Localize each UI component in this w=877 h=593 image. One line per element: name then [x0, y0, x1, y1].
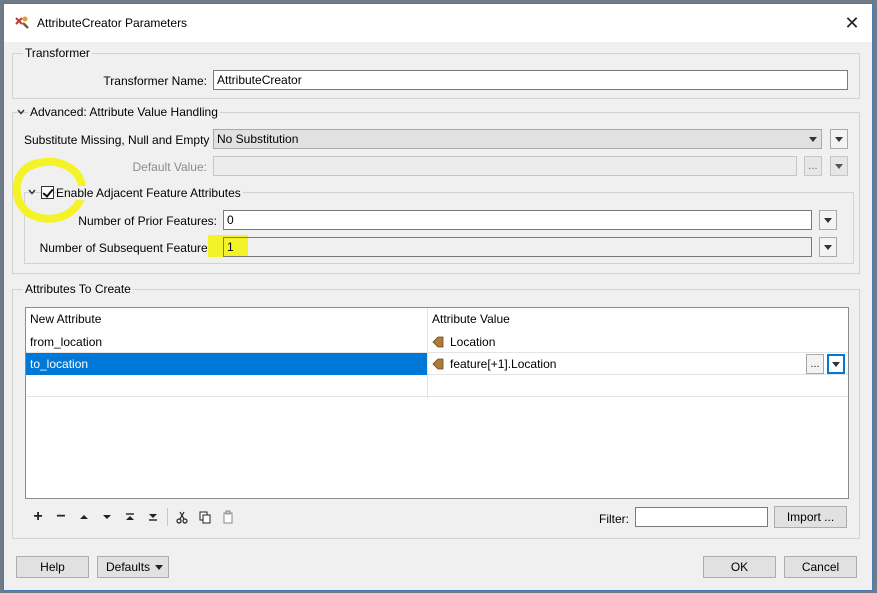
prior-features-label: Number of Prior Features:	[78, 214, 217, 228]
default-value-options-button[interactable]	[830, 156, 848, 176]
help-button[interactable]: Help	[16, 556, 89, 578]
attributecreator-dialog: AttributeCreator Parameters ✕ Transforme…	[3, 3, 873, 591]
transformer-icon	[15, 16, 29, 29]
prior-features-field[interactable]: 0	[223, 210, 812, 230]
column-header-attribute-value[interactable]: Attribute Value	[428, 308, 848, 331]
copy-icon[interactable]	[197, 509, 213, 525]
table-row[interactable]: from_location Location	[26, 331, 848, 353]
subsequent-features-label: Number of Subsequent Features:	[39, 241, 217, 255]
filter-label: Filter:	[599, 512, 629, 526]
attributes-group-title: Attributes To Create	[23, 282, 133, 296]
cell-dropdown-button[interactable]	[827, 354, 845, 374]
subsequent-features-options-button[interactable]	[819, 237, 837, 257]
chevron-down-icon	[824, 218, 832, 223]
subsequent-features-value: 1	[227, 240, 234, 254]
transformer-name-field[interactable]: AttributeCreator	[213, 70, 848, 90]
table-row[interactable]: to_location feature[+1].Location ...	[26, 353, 848, 375]
import-button[interactable]: Import ...	[774, 506, 847, 528]
transformer-name-label: Transformer Name:	[103, 74, 207, 88]
attribute-value-cell[interactable]: feature[+1].Location	[428, 353, 848, 375]
chevron-down-icon	[832, 362, 840, 367]
attribute-value-cell[interactable]: Location	[428, 331, 848, 353]
defaults-label: Defaults	[106, 560, 151, 574]
default-value-ellipsis-button[interactable]: ...	[804, 156, 822, 176]
chevron-down-icon	[835, 164, 843, 169]
subsequent-features-field[interactable]: 1	[223, 237, 812, 257]
chevron-down-icon	[155, 565, 163, 570]
enable-adjacent-label: Enable Adjacent Feature Attributes	[56, 186, 243, 200]
chevron-down-icon	[835, 137, 843, 142]
prior-features-options-button[interactable]	[819, 210, 837, 230]
filter-input[interactable]	[635, 507, 768, 527]
enable-adjacent-checkbox[interactable]	[41, 186, 54, 199]
attribute-arrow-icon	[432, 358, 444, 370]
advanced-group-title: Advanced: Attribute Value Handling	[28, 105, 220, 119]
window-title: AttributeCreator Parameters	[37, 16, 188, 30]
close-button[interactable]: ✕	[842, 13, 862, 33]
substitute-options-button[interactable]	[830, 129, 848, 149]
attribute-arrow-icon	[432, 336, 444, 348]
substitute-value: No Substitution	[217, 132, 299, 146]
advanced-collapse-chevron-icon[interactable]	[17, 108, 25, 116]
move-down-icon[interactable]	[99, 509, 115, 525]
title-bar: AttributeCreator Parameters ✕	[4, 4, 872, 42]
cancel-button[interactable]: Cancel	[784, 556, 857, 578]
new-attribute-cell[interactable]: to_location	[26, 353, 427, 375]
add-icon[interactable]: +	[30, 509, 46, 525]
move-top-icon[interactable]	[122, 509, 138, 525]
transformer-group-title: Transformer	[23, 46, 92, 60]
move-bottom-icon[interactable]	[145, 509, 161, 525]
adjacent-collapse-chevron-icon[interactable]	[28, 188, 36, 196]
attribute-value-text: Location	[450, 335, 496, 349]
attribute-value-text: feature[+1].Location	[450, 357, 557, 371]
cell-ellipsis-button[interactable]: ...	[806, 354, 824, 374]
column-header-new-attribute[interactable]: New Attribute	[26, 308, 427, 331]
toolbar-separator	[167, 508, 168, 526]
defaults-button[interactable]: Defaults	[97, 556, 169, 578]
chevron-down-icon	[824, 245, 832, 250]
move-up-icon[interactable]	[76, 509, 92, 525]
paste-icon[interactable]	[220, 509, 236, 525]
default-value-field[interactable]	[213, 156, 797, 176]
remove-icon[interactable]: −	[53, 509, 69, 525]
substitute-label: Substitute Missing, Null and Empty by:	[24, 133, 229, 147]
new-attribute-cell[interactable]: from_location	[26, 331, 427, 353]
chevron-down-icon	[809, 137, 817, 142]
cut-icon[interactable]	[174, 509, 190, 525]
attributes-table: New Attribute Attribute Value from_locat…	[25, 307, 849, 499]
table-row[interactable]	[26, 375, 848, 397]
substitute-combo[interactable]: No Substitution	[213, 129, 822, 149]
ok-button[interactable]: OK	[703, 556, 776, 578]
